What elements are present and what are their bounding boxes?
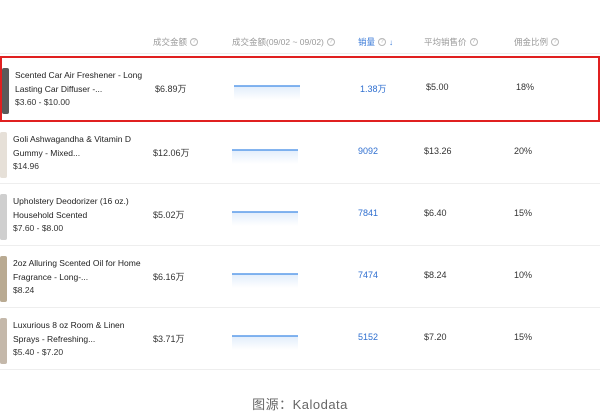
header-commission[interactable]: 佣金比例 ? xyxy=(514,36,560,48)
help-icon[interactable]: ? xyxy=(326,38,335,46)
table-row[interactable]: Upholstery Deodorizer (16 oz.) Household… xyxy=(0,184,600,246)
header-revenue[interactable]: 成交金额 ? xyxy=(153,36,199,48)
table-row[interactable]: Scented Car Air Freshener - Long Lasting… xyxy=(0,56,600,122)
revenue-trend-sparkline xyxy=(232,273,298,288)
help-icon[interactable]: ? xyxy=(469,38,478,46)
revenue-cell: $6.89万 xyxy=(155,84,187,94)
product-price: $7.60 - $8.00 xyxy=(13,223,64,233)
help-icon[interactable]: ? xyxy=(378,38,387,46)
product-thumbnail[interactable] xyxy=(0,256,7,302)
commission-cell: 20% xyxy=(514,146,533,156)
revenue-cell: $5.02万 xyxy=(153,210,185,220)
header-sales[interactable]: 销量 ? ↓ xyxy=(358,36,393,48)
revenue-cell: $6.16万 xyxy=(153,272,185,282)
revenue-trend-sparkline xyxy=(234,85,300,100)
revenue-trend-sparkline xyxy=(232,211,298,226)
avg-price-cell: $6.40 xyxy=(424,208,447,218)
table-header: 成交金额 ? 成交金额(09/02 ~ 09/02) ? 销量 ? ↓ 平均销售… xyxy=(0,28,600,54)
product-name[interactable]: Upholstery Deodorizer (16 oz.) Household… xyxy=(13,194,141,222)
revenue-trend-sparkline xyxy=(232,149,298,164)
sort-desc-icon[interactable]: ↓ xyxy=(389,38,393,47)
header-avg-price[interactable]: 平均销售价 ? xyxy=(424,36,478,48)
avg-price-cell: $13.26 xyxy=(424,146,452,156)
header-revenue-period[interactable]: 成交金额(09/02 ~ 09/02) ? xyxy=(232,36,335,48)
help-icon[interactable]: ? xyxy=(190,38,199,46)
product-thumbnail[interactable] xyxy=(0,132,7,178)
product-name[interactable]: Scented Car Air Freshener - Long Lasting… xyxy=(15,68,143,96)
sparkline-area xyxy=(234,86,300,100)
product-price: $14.96 xyxy=(13,161,39,171)
table-row[interactable]: 2oz Alluring Scented Oil for Home Fragra… xyxy=(0,246,600,308)
product-price: $8.24 xyxy=(13,285,35,295)
help-icon[interactable]: ? xyxy=(551,38,560,46)
product-name[interactable]: Goli Ashwagandha & Vitamin D Gummy - Mix… xyxy=(13,132,141,160)
sparkline-area xyxy=(232,212,298,226)
product-name[interactable]: Luxurious 8 oz Room & Linen Sprays - Ref… xyxy=(13,318,141,346)
commission-cell: 15% xyxy=(514,332,533,342)
sales-cell[interactable]: 1.38万 xyxy=(360,82,387,95)
sparkline-area xyxy=(232,336,298,350)
sales-cell[interactable]: 9092 xyxy=(358,146,378,156)
avg-price-cell: $8.24 xyxy=(424,270,447,280)
image-caption: 图源：Kalodata xyxy=(252,397,348,412)
sales-cell[interactable]: 7474 xyxy=(358,270,378,280)
product-name[interactable]: 2oz Alluring Scented Oil for Home Fragra… xyxy=(13,256,141,284)
sparkline-area xyxy=(232,150,298,164)
sales-cell[interactable]: 7841 xyxy=(358,208,378,218)
product-thumbnail[interactable] xyxy=(0,318,7,364)
commission-cell: 15% xyxy=(514,208,533,218)
product-thumbnail[interactable] xyxy=(0,194,7,240)
product-thumbnail[interactable] xyxy=(2,68,9,114)
commission-cell: 10% xyxy=(514,270,533,280)
product-price: $5.40 - $7.20 xyxy=(13,347,64,357)
revenue-cell: $3.71万 xyxy=(153,334,185,344)
commission-cell: 18% xyxy=(516,82,535,92)
sales-cell[interactable]: 5152 xyxy=(358,332,378,342)
revenue-trend-sparkline xyxy=(232,335,298,350)
sparkline-area xyxy=(232,274,298,288)
table-row[interactable]: Luxurious 8 oz Room & Linen Sprays - Ref… xyxy=(0,308,600,370)
avg-price-cell: $5.00 xyxy=(426,82,449,92)
revenue-cell: $12.06万 xyxy=(153,148,190,158)
avg-price-cell: $7.20 xyxy=(424,332,447,342)
product-price: $3.60 - $10.00 xyxy=(15,97,70,107)
table-row[interactable]: Goli Ashwagandha & Vitamin D Gummy - Mix… xyxy=(0,122,600,184)
